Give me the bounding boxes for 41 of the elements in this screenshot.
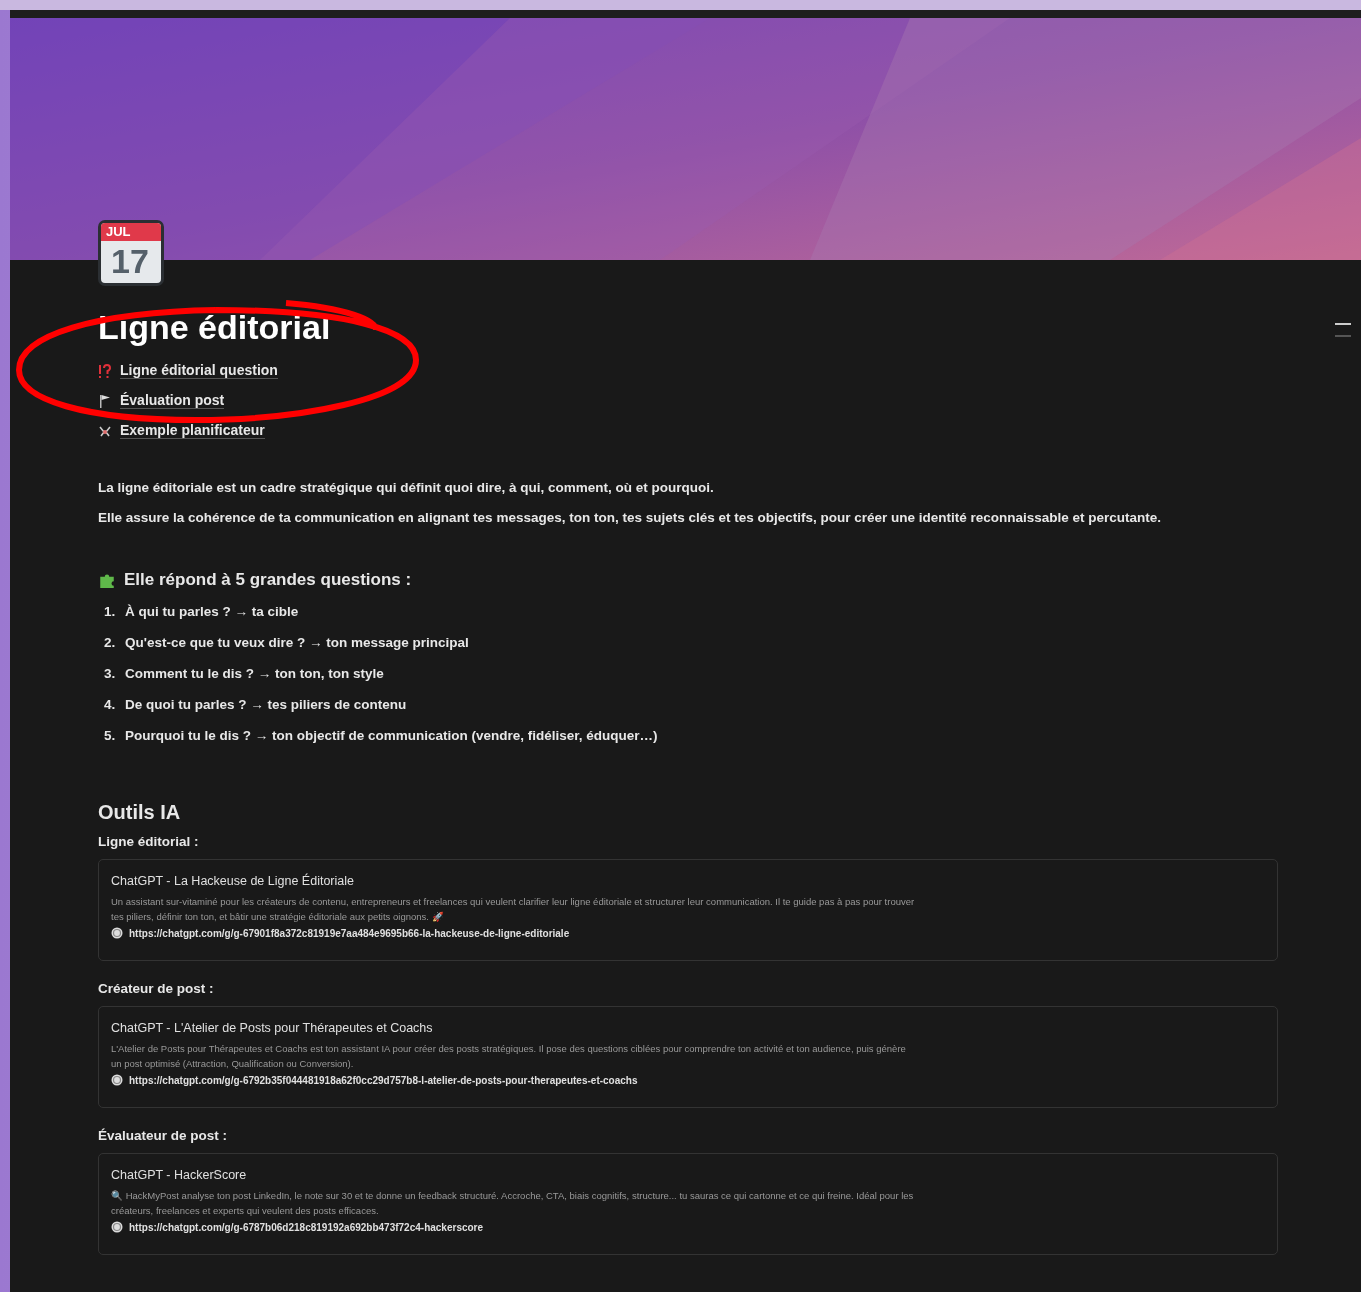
- tool-category-label: Créateur de post :: [98, 981, 215, 996]
- bookmark-url[interactable]: https://chatgpt.com/g/g-6787b06d218c819192a692bb473f72c4-hackerscore: [129, 1221, 484, 1233]
- bookmark-card[interactable]: [98, 859, 1278, 961]
- bookmark-url[interactable]: https://chatgpt.com/g/g-6792b35f044481918a62f0cc29d757b8-l-atelier-de-posts-pour-therapeutes-et-coachs: [129, 1074, 638, 1086]
- flag-icon: [98, 392, 112, 409]
- list-number: 5.: [104, 728, 117, 743]
- bookmark-title: ChatGPT - La Hackeuse de Ligne Éditoriale: [111, 874, 355, 888]
- section-heading: Elle répond à 5 grandes questions :: [124, 570, 412, 590]
- globe-icon: [111, 1221, 123, 1233]
- bookmark-description: Un assistant sur-vitaminé pour les créateurs de contenu, entrepreneurs et freelances qui veulent clarifier leur ligne éditoriale et structurer leur communication. Il te guide pas à pas pour trouver tes piliers, définir ton ton, et bâtir une stratégie éditoriale aux petits oignons. 🚀: [111, 895, 916, 924]
- list-item-text: À qui tu parles ? → ta cible: [125, 604, 299, 619]
- list-item-text: Comment tu le dis ? → ton ton, ton style: [125, 666, 384, 681]
- bookmark-description: 🔍 HackMyPost analyse ton post LinkedIn, le note sur 30 et te donne un feedback structuré. Accroche, CTA, biais cognitifs, structure... tu sauras ce qui cartonne et ce qui freine. Idéal pour les créateurs, freelances et experts qui veulent des posts efficaces.: [111, 1189, 915, 1218]
- page-title: Ligne éditorial: [98, 308, 332, 347]
- subpage-link[interactable]: Exemple planificateur: [120, 422, 265, 439]
- calendar-day: 17: [101, 241, 161, 281]
- bookmark-title: ChatGPT - L'Atelier de Posts pour Thérapeutes et Coachs: [111, 1021, 434, 1035]
- list-number: 2.: [104, 635, 117, 650]
- list-number: 3.: [104, 666, 117, 681]
- section-heading: Outils IA: [98, 801, 182, 824]
- globe-icon: [111, 927, 123, 939]
- subpage-link[interactable]: Évaluation post: [120, 392, 225, 409]
- menu-icon[interactable]: [1335, 323, 1351, 337]
- bookmark-card[interactable]: [98, 1006, 1278, 1108]
- bookmark-url[interactable]: https://chatgpt.com/g/g-67901f8a372c81919e7aa484e9695b66-la-hackeuse-de-ligne-editoriale: [129, 927, 570, 939]
- intro-paragraph: La ligne éditoriale est un cadre stratégique qui définit quoi dire, à qui, comment, où et pourquoi.: [98, 480, 715, 496]
- bookmark-description: L'Atelier de Posts pour Thérapeutes et Coachs est ton assistant IA pour créer des posts stratégiques. Il pose des questions ciblées pour comprendre ton activité et ton audience, puis génère un post optimisé (Attraction, Qualification ou Conversion).: [111, 1042, 907, 1071]
- intro-paragraph: Elle assure la cohérence de ta communication en alignant tes messages, ton ton, tes sujets clés et tes objectifs, pour créer une identité reconnaissable et percutante.: [98, 510, 1163, 526]
- list-number: 4.: [104, 697, 117, 712]
- interrobang-icon: [98, 362, 112, 379]
- tool-category-label: Évaluateur de post :: [98, 1128, 229, 1143]
- bookmark-title: ChatGPT - HackerScore: [111, 1168, 248, 1182]
- list-item-text: De quoi tu parles ? → tes piliers de contenu: [125, 697, 407, 712]
- list-item-text: Pourquoi tu le dis ? → ton objectif de communication (vendre, fidéliser, éduquer…): [125, 728, 658, 743]
- globe-icon: [111, 1074, 123, 1086]
- tool-category-label: Ligne éditorial :: [98, 834, 200, 849]
- subpage-link[interactable]: Ligne éditorial question: [120, 362, 278, 379]
- list-number: 1.: [104, 604, 117, 619]
- list-item-text: Qu'est-ce que tu veux dire ? → ton message principal: [125, 635, 469, 650]
- calendar-month: JUL: [101, 223, 161, 241]
- bookmark-card[interactable]: [98, 1153, 1278, 1255]
